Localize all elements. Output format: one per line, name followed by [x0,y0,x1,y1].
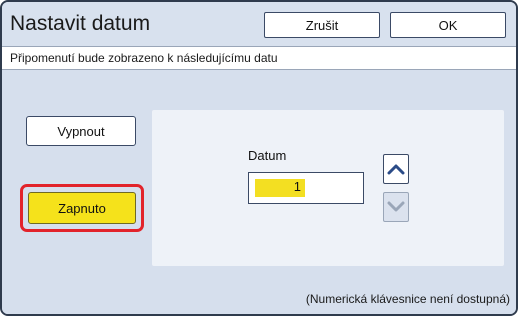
set-date-dialog: Nastavit datum Zrušit OK Připomenutí bud… [0,0,518,316]
on-button[interactable]: Zapnuto [28,192,136,224]
keypad-unavailable-hint: (Numerická klávesnice není dostupná) [305,292,510,306]
increase-date-button[interactable] [383,154,409,184]
dialog-title: Nastavit datum [10,12,151,35]
cancel-button[interactable]: Zrušit [264,12,380,38]
dialog-body: Vypnout Zapnuto Datum 1 (Numerická kláve… [2,70,516,314]
off-button[interactable]: Vypnout [26,116,136,146]
chevron-down-icon [387,201,405,212]
ok-button[interactable]: OK [390,12,506,38]
dialog-header: Nastavit datum Zrušit OK [2,2,516,46]
chevron-up-icon [387,164,405,175]
decrease-date-button[interactable] [383,192,409,222]
date-value: 1 [293,179,301,194]
date-input[interactable]: 1 [248,172,364,204]
subtitle-bar: Připomenutí bude zobrazeno k následující… [2,46,516,70]
date-label: Datum [248,148,287,163]
subtitle-text: Připomenutí bude zobrazeno k následující… [10,51,278,65]
date-panel: Datum 1 [152,110,504,266]
